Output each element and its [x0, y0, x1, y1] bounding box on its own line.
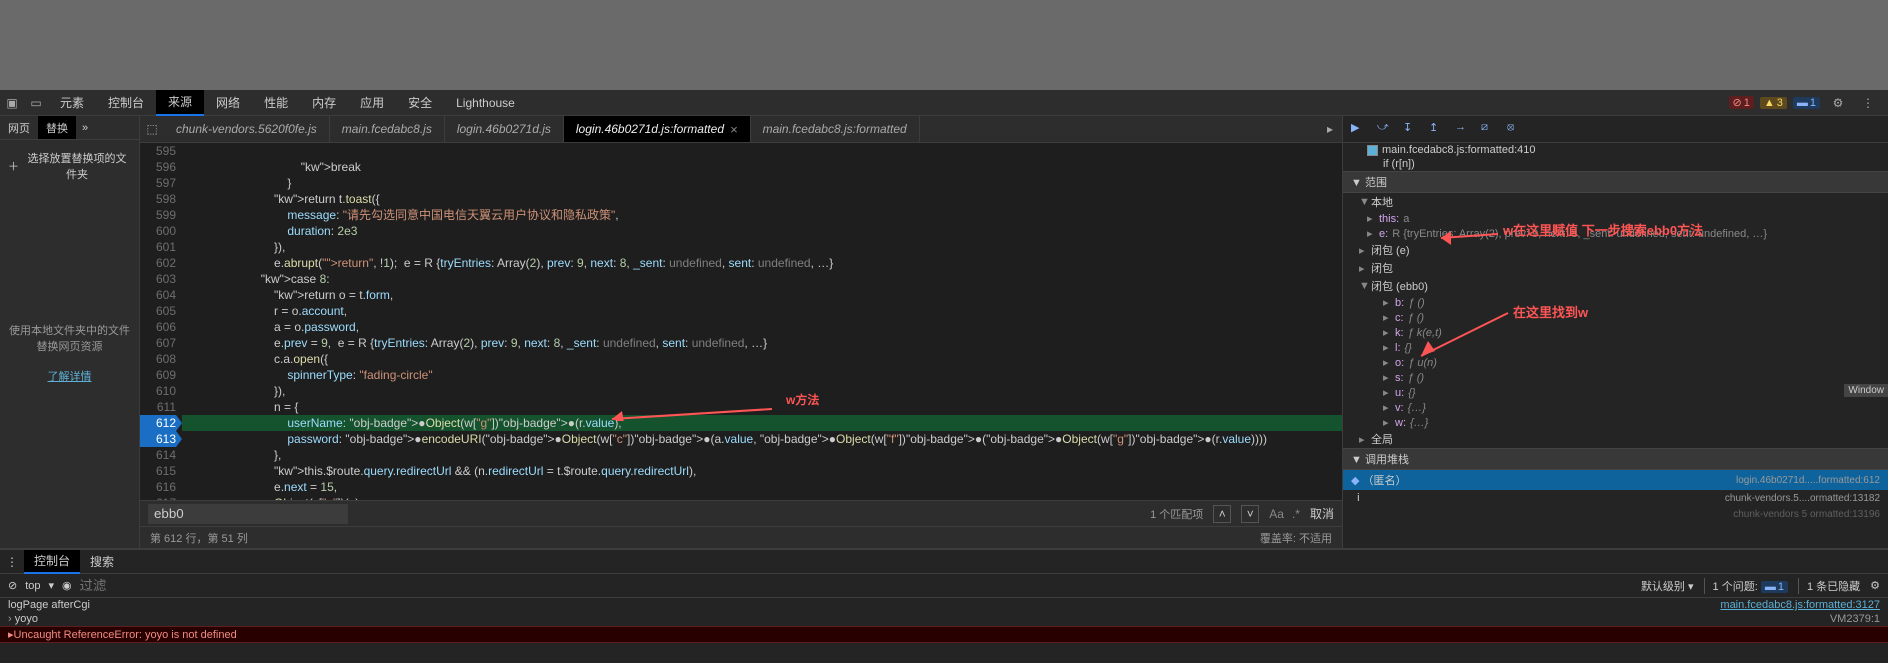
console-kebab-icon[interactable]: ⋮ [0, 555, 24, 569]
step-into-icon[interactable]: ↧ [1403, 121, 1419, 137]
step-out-icon[interactable]: ↥ [1429, 121, 1445, 137]
scope-var[interactable]: ▸s: ƒ () [1343, 370, 1888, 385]
breakpoint-cond: if (r[n]) [1343, 157, 1888, 171]
navigator-panel: 网页 替换 » ＋ 选择放置替换项的文件夹 使用本地文件夹中的文件替换网页资源 … [0, 116, 140, 548]
tab-performance[interactable]: 性能 [252, 90, 300, 116]
callstack-row-2[interactable]: chunk-vendors 5 ormatted:13196 [1343, 506, 1888, 522]
scope-closure-ebb0[interactable]: ▼闭包 (ebb0) [1343, 277, 1888, 295]
search-cancel-button[interactable]: 取消 [1310, 505, 1334, 522]
learn-more-link[interactable]: 了解详情 [8, 368, 131, 384]
scope-var[interactable]: ▸c: ƒ () [1343, 310, 1888, 325]
search-matches: 1 个匹配项 [1150, 506, 1203, 522]
coverage-label: 覆盖率: 不适用 [1260, 530, 1332, 546]
checkbox-icon[interactable] [1367, 145, 1378, 156]
pause-exceptions-icon[interactable]: ⦻ [1507, 121, 1523, 137]
search-regex-icon[interactable]: .* [1292, 507, 1300, 521]
console-line[interactable]: logPage afterCgimain.fcedabc8.js:formatt… [0, 598, 1888, 612]
tab-security[interactable]: 安全 [396, 90, 444, 116]
search-next-icon[interactable]: ˅ [1241, 505, 1259, 523]
nav-tab-overrides[interactable]: 替换 [38, 116, 76, 139]
debugger-panel: ▶ ⤻ ↧ ↥ → ⧄ ⦻ main.fcedabc8.js:formatted… [1343, 116, 1888, 548]
tab-application[interactable]: 应用 [348, 90, 396, 116]
console-output[interactable]: logPage afterCgimain.fcedabc8.js:formatt… [0, 598, 1888, 663]
eye-icon[interactable]: ◉ [62, 579, 72, 592]
gear-icon[interactable]: ⚙ [1826, 91, 1850, 115]
console-gear-icon[interactable]: ⚙ [1870, 579, 1880, 592]
main-tab-strip: ▣ ▭ 元素 控制台 来源 网络 性能 内存 应用 安全 Lighthouse … [0, 90, 1888, 116]
search-input[interactable] [148, 504, 348, 524]
deactivate-bp-icon[interactable]: ⧄ [1481, 121, 1497, 137]
resume-icon[interactable]: ▶ [1351, 121, 1367, 137]
search-prev-icon[interactable]: ˄ [1213, 505, 1231, 523]
file-menu-icon[interactable]: ▸ [1318, 116, 1342, 142]
scope-this[interactable]: ▸this: a [1343, 211, 1888, 226]
tab-memory[interactable]: 内存 [300, 90, 348, 116]
nav-tab-more[interactable]: » [76, 116, 94, 139]
drawer-tab-console[interactable]: 控制台 [24, 550, 80, 574]
log-level-selector[interactable]: 默认级别 ▾ [1641, 578, 1694, 594]
hidden-label: 1 条已隐藏 [1798, 578, 1860, 594]
scope-var[interactable]: ▸w: {…} [1343, 415, 1888, 430]
console-filter-input[interactable] [80, 578, 1633, 593]
scope-closure[interactable]: ▸闭包 [1343, 259, 1888, 277]
clear-console-icon[interactable]: ⊘ [8, 579, 17, 592]
file-tab-1[interactable]: main.fcedabc8.js [330, 116, 445, 142]
editor-status-bar: 第 612 行，第 51 列 覆盖率: 不适用 [140, 526, 1342, 548]
tab-elements[interactable]: 元素 [48, 90, 96, 116]
scope-var[interactable]: ▸l: {} [1343, 340, 1888, 355]
file-pager-icon[interactable]: ⬚ [140, 116, 164, 142]
breakpoint-entry[interactable]: main.fcedabc8.js:formatted:410 [1343, 143, 1888, 157]
add-folder-button[interactable]: ＋ 选择放置替换项的文件夹 [8, 150, 131, 182]
scope-var[interactable]: ▸k: ƒ k(e,t) [1343, 325, 1888, 340]
file-tab-2[interactable]: login.46b0271d.js [445, 116, 564, 142]
tab-sources[interactable]: 来源 [156, 90, 204, 116]
cursor-position: 第 612 行，第 51 列 [150, 530, 248, 546]
scope-e[interactable]: ▸e: R {tryEntries: Array(2), prev: 9, ne… [1343, 226, 1888, 241]
step-icon[interactable]: → [1455, 121, 1471, 137]
file-tab-4[interactable]: main.fcedabc8.js:formatted [751, 116, 920, 142]
overrides-hint: 使用本地文件夹中的文件替换网页资源 [8, 322, 131, 354]
warn-badge[interactable]: ▲3 [1760, 97, 1787, 109]
issues-label[interactable]: 1 个问题: ▬1 [1704, 578, 1788, 594]
drawer-tab-search[interactable]: 搜索 [80, 550, 124, 574]
search-case-icon[interactable]: Aa [1269, 507, 1284, 521]
tab-lighthouse[interactable]: Lighthouse [444, 90, 527, 116]
window-label: Window [1844, 384, 1888, 397]
file-tab-3[interactable]: login.46b0271d.js:formatted× [564, 116, 751, 142]
file-tab-0[interactable]: chunk-vendors.5620f0fe.js [164, 116, 330, 142]
scope-local[interactable]: ▼本地 [1343, 193, 1888, 211]
inspect-icon[interactable]: ▣ [0, 91, 24, 115]
close-icon[interactable]: × [730, 122, 738, 137]
scope-var[interactable]: ▸u: {} [1343, 385, 1888, 400]
console-error-line[interactable]: ▸Uncaught ReferenceError: yoyo is not de… [0, 626, 1888, 643]
callstack-row-1[interactable]: ichunk-vendors.5....ormatted:13182 [1343, 490, 1888, 506]
step-over-icon[interactable]: ⤻ [1377, 121, 1393, 137]
scope-var[interactable]: ▸v: {…} [1343, 400, 1888, 415]
info-badge[interactable]: ▬1 [1793, 97, 1820, 109]
scope-section[interactable]: ▼ 范围 [1343, 171, 1888, 193]
scope-var[interactable]: ▸o: ƒ u(n) [1343, 355, 1888, 370]
callstack-row-0[interactable]: ◆ （匿名）login.46b0271d.....formatted:612 [1343, 470, 1888, 490]
scope-var[interactable]: ▸b: ƒ () [1343, 295, 1888, 310]
code-editor[interactable]: 5955965975985996006016026036046056066076… [140, 143, 1342, 500]
tab-network[interactable]: 网络 [204, 90, 252, 116]
nav-tab-page[interactable]: 网页 [0, 116, 38, 139]
device-icon[interactable]: ▭ [24, 91, 48, 115]
callstack-section[interactable]: ▼ 调用堆栈 [1343, 448, 1888, 470]
console-line[interactable]: › yoyoVM2379:1 [0, 612, 1888, 626]
scope-closure-e[interactable]: ▸闭包 (e) [1343, 241, 1888, 259]
editor-search-bar: 1 个匹配项 ˄ ˅ Aa .* 取消 [140, 500, 1342, 526]
file-tab-strip: ⬚ chunk-vendors.5620f0fe.js main.fcedabc… [140, 116, 1342, 143]
scope-global[interactable]: ▸全局 [1343, 430, 1888, 448]
kebab-icon[interactable]: ⋮ [1856, 91, 1880, 115]
error-badge[interactable]: ⊘1 [1729, 96, 1754, 109]
tab-console[interactable]: 控制台 [96, 90, 156, 116]
context-selector[interactable]: top [25, 580, 40, 592]
